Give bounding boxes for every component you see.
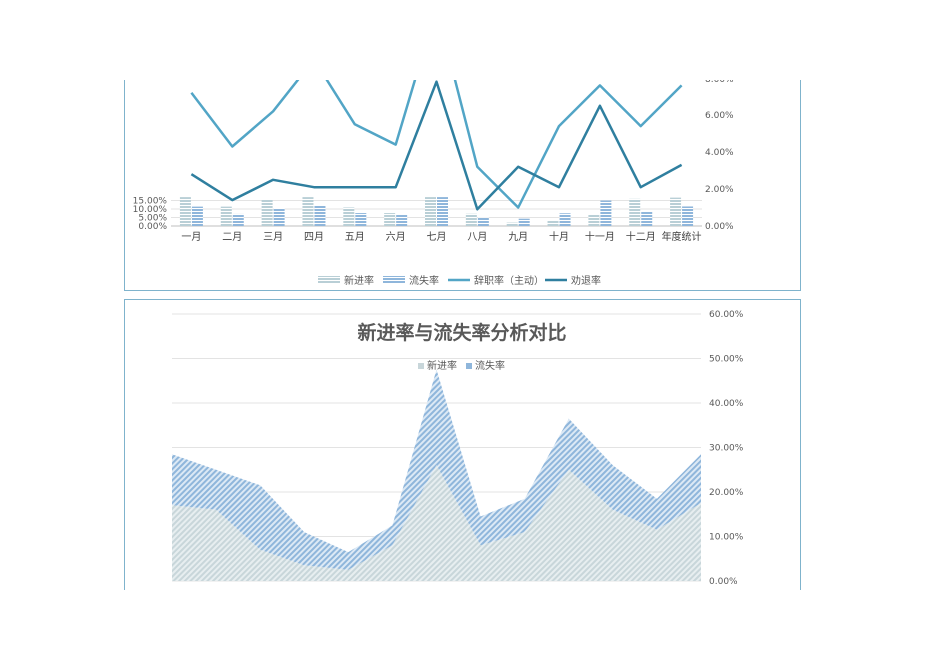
- x-category-label: 一月: [181, 231, 201, 243]
- legend-swatch: [466, 363, 472, 369]
- top-chart-frame: 0.00% 5.00% 10.00% 15.00% 0.00% 2.00% 4.00% 6.0…: [124, 80, 801, 291]
- bar-loss-rate: [191, 206, 203, 226]
- bar-loss-rate: [477, 217, 489, 226]
- bar-new-rate: [670, 197, 682, 226]
- bar-new-rate: [425, 197, 436, 226]
- bar-new-rate: [179, 197, 191, 226]
- y-tick-label: 60.00%: [709, 310, 744, 320]
- x-category-label: 五月: [345, 231, 365, 243]
- bar-new-rate: [506, 222, 518, 226]
- legend-swatch: [383, 276, 405, 283]
- legend-swatch: [318, 276, 340, 283]
- bar-new-rate: [465, 213, 477, 226]
- y-tick-label: 50.00%: [709, 355, 744, 365]
- legend-label: 流失率: [475, 359, 505, 372]
- bar-new-rate: [629, 198, 641, 226]
- bar-loss-rate: [641, 211, 653, 226]
- y-left-tick-label: 15.00%: [133, 197, 168, 207]
- bar-loss-rate: [600, 200, 612, 226]
- bar-loss-rate: [355, 213, 367, 226]
- x-category-label: 二月: [222, 231, 242, 243]
- legend-swatch: [418, 363, 424, 369]
- legend-label: 辞职率（主动）: [474, 274, 544, 287]
- bottom-chart-frame: 新进率与流失率分析对比 0.00% 10.00% 20.00% 30.00% 40.00…: [124, 299, 801, 590]
- bar-loss-rate: [437, 197, 448, 226]
- legend-label: 劝退率: [571, 274, 601, 287]
- bar-new-rate: [384, 213, 396, 226]
- x-category-label: 七月: [427, 231, 447, 243]
- x-category-label: 十月: [549, 230, 569, 243]
- y-right-tick-label: 4.00%: [705, 148, 734, 158]
- y-tick-label: 0.00%: [709, 577, 738, 587]
- x-category-label: 四月: [304, 231, 324, 243]
- combo-chart: 0.00%5.00%10.00%15.00%0.00%2.00%4.00%6.0…: [133, 80, 734, 287]
- legend-label: 新进率: [427, 359, 457, 372]
- area-chart: 新进率与流失率分析对比 0.00% 10.00% 20.00% 30.00% 40.00…: [172, 310, 744, 587]
- bar-loss-rate: [232, 213, 244, 226]
- x-category-label: 年度统计: [662, 230, 702, 243]
- bar-loss-rate: [273, 208, 285, 226]
- y-left-tick-label: 5.00%: [138, 214, 167, 224]
- bar-loss-rate: [518, 218, 530, 226]
- y-right-tick-label: 0.00%: [705, 222, 734, 232]
- x-category-label: 八月: [467, 231, 487, 243]
- bar-new-rate: [220, 206, 232, 226]
- x-category-label: 六月: [386, 231, 406, 243]
- legend-label: 流失率: [409, 274, 439, 287]
- chart-title: 新进率与流失率分析对比: [357, 321, 566, 344]
- y-left-tick-label: 10.00%: [133, 205, 168, 215]
- y-right-tick-label: 6.00%: [705, 111, 734, 121]
- x-category-label: 十二月: [626, 230, 656, 243]
- line-resignation-rate: [190, 80, 683, 209]
- bar-loss-rate: [396, 214, 408, 226]
- bar-new-rate: [261, 199, 273, 226]
- y-left-tick-label: 0.00%: [138, 222, 167, 232]
- x-category-label: 三月: [263, 231, 283, 243]
- y-tick-label: 20.00%: [709, 488, 744, 498]
- y-tick-label: 30.00%: [709, 444, 744, 454]
- y-right-tick-label: 8.00%: [705, 80, 734, 85]
- bar-loss-rate: [682, 206, 694, 226]
- bar-new-rate: [588, 214, 600, 226]
- bar-new-rate: [547, 220, 559, 226]
- bar-loss-rate: [314, 205, 326, 226]
- x-category-label: 九月: [508, 231, 528, 243]
- y-tick-label: 40.00%: [709, 399, 744, 409]
- bar-new-rate: [302, 197, 314, 226]
- y-tick-label: 10.00%: [709, 533, 744, 543]
- bar-new-rate: [343, 207, 355, 226]
- bar-loss-rate: [559, 213, 571, 226]
- legend-label: 新进率: [344, 274, 374, 287]
- y-right-tick-label: 2.00%: [705, 185, 734, 195]
- line-dismissal-rate: [190, 80, 683, 211]
- x-category-label: 十一月: [585, 230, 615, 243]
